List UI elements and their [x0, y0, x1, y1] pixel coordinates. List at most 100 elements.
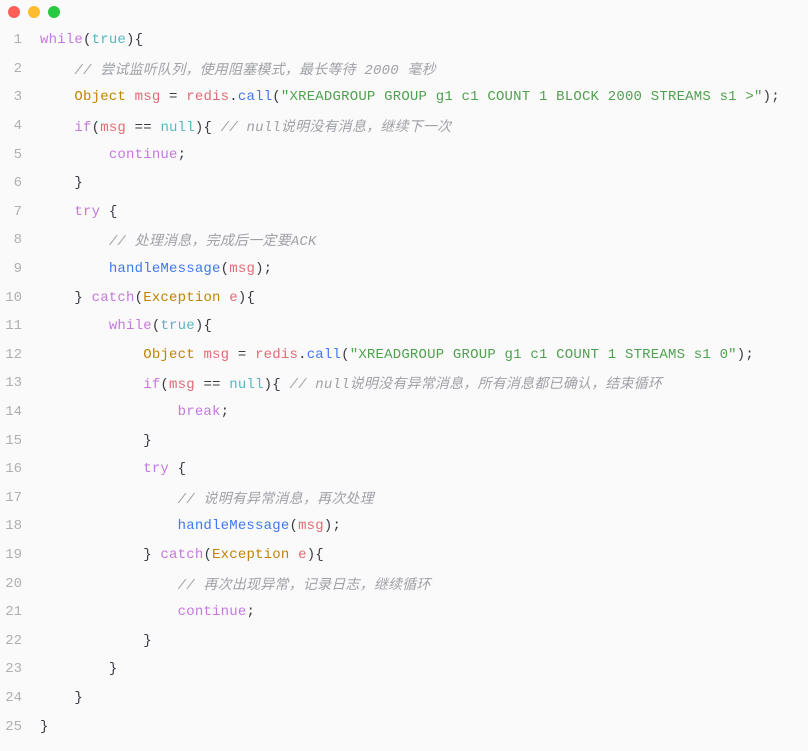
token-plain: [160, 89, 169, 105]
token-punct: }: [143, 433, 152, 449]
token-ident: e: [229, 290, 238, 306]
token-punct: ){: [264, 377, 290, 393]
token-punct: ;: [221, 404, 230, 420]
token-punct: .: [229, 89, 238, 105]
code-content[interactable]: // 再次出现异常，记录日志，继续循环: [40, 574, 431, 594]
token-literal: null: [160, 120, 194, 136]
code-line: 25}: [0, 712, 808, 741]
code-content[interactable]: handleMessage(msg);: [40, 261, 272, 277]
code-line: 1while(true){: [0, 26, 808, 55]
code-line: 12 Object msg = redis.call("XREADGROUP G…: [0, 341, 808, 370]
line-number: 1: [0, 32, 40, 48]
code-content[interactable]: } catch(Exception e){: [40, 547, 324, 563]
token-punct: ){: [238, 290, 255, 306]
token-type: Exception: [143, 290, 220, 306]
token-punct: );: [737, 347, 754, 363]
token-punct: }: [143, 633, 152, 649]
token-comment: // 再次出现异常，记录日志，继续循环: [178, 578, 431, 594]
token-punct: (: [341, 347, 350, 363]
code-line: 18 handleMessage(msg);: [0, 512, 808, 541]
token-keyword: continue: [109, 147, 178, 163]
token-ident: msg: [135, 89, 161, 105]
line-number: 11: [0, 318, 40, 334]
token-plain: [289, 547, 298, 563]
token-literal: null: [229, 377, 263, 393]
code-content[interactable]: }: [40, 690, 83, 706]
code-content[interactable]: Object msg = redis.call("XREADGROUP GROU…: [40, 347, 754, 363]
token-comment: // null说明没有消息，继续下一次: [221, 120, 452, 136]
code-line: 11 while(true){: [0, 312, 808, 341]
token-punct: ){: [195, 318, 212, 334]
code-content[interactable]: handleMessage(msg);: [40, 518, 341, 534]
token-punct: ){: [195, 120, 221, 136]
code-content[interactable]: } catch(Exception e){: [40, 290, 255, 306]
maximize-icon[interactable]: [48, 6, 60, 18]
code-content[interactable]: break;: [40, 404, 229, 420]
token-ident: msg: [169, 377, 195, 393]
close-icon[interactable]: [8, 6, 20, 18]
code-line: 24 }: [0, 684, 808, 713]
code-content[interactable]: }: [40, 661, 117, 677]
token-plain: [169, 461, 178, 477]
line-number: 24: [0, 690, 40, 706]
token-punct: ==: [135, 120, 152, 136]
token-plain: [221, 290, 230, 306]
code-content[interactable]: }: [40, 175, 83, 191]
code-content[interactable]: }: [40, 719, 49, 735]
token-punct: );: [255, 261, 272, 277]
code-content[interactable]: // 说明有异常消息，再次处理: [40, 488, 374, 508]
code-line: 4 if(msg == null){ // null说明没有消息，继续下一次: [0, 112, 808, 141]
code-line: 6 }: [0, 169, 808, 198]
line-number: 23: [0, 661, 40, 677]
token-func: handleMessage: [178, 518, 290, 534]
token-keyword: if: [74, 120, 91, 136]
code-content[interactable]: }: [40, 633, 152, 649]
token-comment: // 处理消息，完成后一定要ACK: [109, 234, 317, 250]
code-line: 19 } catch(Exception e){: [0, 541, 808, 570]
token-comment: // 尝试监听队列，使用阻塞模式，最长等待 2000 毫秒: [74, 63, 435, 79]
line-number: 6: [0, 175, 40, 191]
code-line: 15 }: [0, 426, 808, 455]
token-punct: .: [298, 347, 307, 363]
code-content[interactable]: try {: [40, 204, 117, 220]
code-line: 2 // 尝试监听队列，使用阻塞模式，最长等待 2000 毫秒: [0, 55, 808, 84]
code-line: 9 handleMessage(msg);: [0, 255, 808, 284]
token-literal: true: [160, 318, 194, 334]
code-line: 5 continue;: [0, 140, 808, 169]
token-string: "XREADGROUP GROUP g1 c1 COUNT 1 STREAMS …: [350, 347, 737, 363]
code-content[interactable]: continue;: [40, 147, 186, 163]
window-controls: [0, 0, 808, 22]
token-string: "XREADGROUP GROUP g1 c1 COUNT 1 BLOCK 20…: [281, 89, 763, 105]
code-content[interactable]: continue;: [40, 604, 255, 620]
code-content[interactable]: // 尝试监听队列，使用阻塞模式，最长等待 2000 毫秒: [40, 59, 436, 79]
code-line: 23 }: [0, 655, 808, 684]
token-keyword: continue: [178, 604, 247, 620]
code-content[interactable]: }: [40, 433, 152, 449]
token-punct: );: [763, 89, 780, 105]
line-number: 22: [0, 633, 40, 649]
minimize-icon[interactable]: [28, 6, 40, 18]
token-punct: }: [74, 175, 83, 191]
line-number: 2: [0, 61, 40, 77]
token-plain: [246, 347, 255, 363]
token-type: Exception: [212, 547, 289, 563]
token-plain: [126, 120, 135, 136]
token-punct: ==: [203, 377, 220, 393]
line-number: 20: [0, 576, 40, 592]
line-number: 17: [0, 490, 40, 506]
token-ident: msg: [229, 261, 255, 277]
code-content[interactable]: while(true){: [40, 32, 143, 48]
code-content[interactable]: while(true){: [40, 318, 212, 334]
line-number: 8: [0, 232, 40, 248]
token-punct: (: [135, 290, 144, 306]
token-keyword: while: [40, 32, 83, 48]
line-number: 19: [0, 547, 40, 563]
code-content[interactable]: Object msg = redis.call("XREADGROUP GROU…: [40, 89, 780, 105]
code-content[interactable]: try {: [40, 461, 186, 477]
line-number: 5: [0, 147, 40, 163]
line-number: 9: [0, 261, 40, 277]
code-content[interactable]: if(msg == null){ // null说明没有消息，继续下一次: [40, 116, 451, 136]
token-punct: {: [109, 204, 118, 220]
code-content[interactable]: // 处理消息，完成后一定要ACK: [40, 230, 317, 250]
code-content[interactable]: if(msg == null){ // null说明没有异常消息，所有消息都已确…: [40, 373, 662, 393]
